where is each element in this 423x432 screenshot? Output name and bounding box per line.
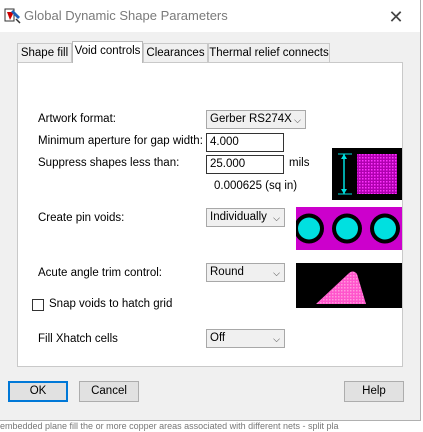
- chevron-down-icon: ⌵: [294, 115, 301, 125]
- create-pin-voids-select[interactable]: Individually ⌵: [206, 208, 285, 227]
- acute-angle-trim-label: Acute angle trim control:: [38, 267, 163, 279]
- suppress-shapes-unit: mils: [289, 157, 310, 169]
- min-aperture-label: Minimum aperture for gap width:: [38, 135, 203, 147]
- fill-xhatch-value: Off: [210, 332, 226, 344]
- tab-void-controls[interactable]: Void controls: [72, 41, 143, 63]
- window-title: Global Dynamic Shape Parameters: [24, 8, 228, 23]
- create-pin-voids-value: Individually: [210, 211, 267, 223]
- create-pin-voids-label: Create pin voids:: [38, 212, 125, 224]
- cancel-button[interactable]: Cancel: [79, 381, 139, 402]
- background-document-text: embedded plane fill the or more copper a…: [0, 421, 423, 432]
- artwork-format-label: Artwork format:: [38, 113, 116, 125]
- suppress-shapes-area: 0.000625 (sq in): [214, 180, 298, 192]
- chevron-down-icon: ⌵: [273, 268, 280, 278]
- artwork-format-value: Gerber RS274X: [210, 113, 292, 125]
- app-shape-icon: [4, 8, 21, 24]
- acute-angle-trim-select[interactable]: Round ⌵: [206, 263, 285, 282]
- title-bar: Global Dynamic Shape Parameters ✕: [0, 0, 420, 32]
- chevron-down-icon: ⌵: [273, 334, 280, 344]
- acute-angle-preview: [296, 263, 402, 308]
- dialog-window: Global Dynamic Shape Parameters ✕ Shape …: [0, 0, 421, 421]
- suppress-shapes-preview: [332, 148, 402, 200]
- tab-shape-fill[interactable]: Shape fill: [17, 43, 72, 62]
- tab-thermal-relief-connects[interactable]: Thermal relief connects: [208, 43, 330, 62]
- close-button[interactable]: ✕: [378, 4, 414, 30]
- snap-voids-checkbox[interactable]: [32, 299, 44, 311]
- acute-angle-trim-value: Round: [210, 266, 244, 278]
- artwork-format-select[interactable]: Gerber RS274X ⌵: [206, 110, 306, 129]
- suppress-shapes-label: Suppress shapes less than:: [38, 157, 180, 169]
- fill-xhatch-label: Fill Xhatch cells: [38, 333, 118, 345]
- min-aperture-input[interactable]: 4.000: [206, 133, 284, 152]
- fill-xhatch-select[interactable]: Off ⌵: [206, 329, 285, 348]
- chevron-down-icon: ⌵: [273, 213, 280, 223]
- pin-voids-preview: [296, 207, 402, 250]
- suppress-shapes-input[interactable]: 25.000: [206, 155, 284, 174]
- help-button[interactable]: Help: [344, 381, 404, 402]
- void-controls-panel: Artwork format: Gerber RS274X ⌵ Minimum …: [17, 62, 403, 367]
- tab-clearances[interactable]: Clearances: [143, 43, 208, 62]
- ok-button[interactable]: OK: [8, 381, 68, 402]
- snap-voids-label[interactable]: Snap voids to hatch grid: [49, 298, 172, 310]
